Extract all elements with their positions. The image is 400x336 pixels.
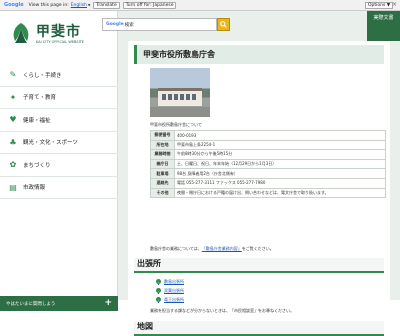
book-icon: ▤ — [9, 182, 17, 192]
nav-item-kenko[interactable]: ♥ 健康・福祉 — [0, 109, 118, 132]
table-row: その他 夜間・閉庁日における戸籍の届け出、問い合わせなどは、電文庁舎で取り扱います… — [150, 187, 386, 199]
nav-item-shisei[interactable]: ▤ 市政情報 — [0, 177, 118, 199]
note-prefix: 敷島庁舎の業務については、 — [150, 246, 202, 251]
chat-assistant-label: やはたいまに質問しよう — [6, 301, 56, 307]
service-content-link[interactable]: 「敷島庁舎業務内容」 — [202, 246, 242, 251]
service-note: 敷島庁舎の業務については、「敷島庁舎業務内容」をご覧ください。 — [150, 246, 274, 252]
section-heading-branch: 出張所 — [134, 258, 384, 273]
table-row: 開庁日 土、日曜日、祝日、年末年始（12月29日から1月3日） — [150, 158, 386, 170]
row-value: 午前8時30分から午後5時15分 — [174, 149, 386, 160]
row-value: 甲斐市島上条2254-1 — [174, 139, 386, 151]
link-label: 敷島出張所 — [164, 278, 184, 284]
row-key: 駐車場 — [150, 168, 175, 179]
nav-item-kanko[interactable]: ♣ 観光・文化・スポーツ — [0, 132, 118, 154]
table-row: 連絡先 電話 055-277-3111 ファックス 055-277-7980 — [150, 177, 386, 189]
chat-assistant-bar[interactable]: やはたいまに質問しよう + — [0, 296, 118, 311]
options-button[interactable]: Options ▼ — [365, 2, 394, 9]
nav-label: まちづくり — [23, 162, 51, 169]
chevron-down-icon[interactable]: ▼ — [88, 3, 90, 7]
branch-link[interactable]: › 敷島出張所 — [156, 277, 184, 286]
row-key: 連絡先 — [150, 177, 175, 189]
turn-off-button[interactable]: Turn off for: Japanese — [122, 1, 177, 9]
nav-label: 子育て・教育 — [23, 95, 57, 102]
nav-label: くらし・手続き — [23, 72, 62, 79]
row-key: 業務時間 — [150, 149, 175, 160]
note-suffix: をご覧ください。 — [241, 246, 274, 251]
table-row: 郵便番号 400-0193 — [150, 130, 386, 141]
sidebar: 甲斐市 KAI CITY OFFICIAL WEBSITE ✎ くらし・手続き ✦… — [0, 11, 118, 311]
nav-label: 観光・文化・スポーツ — [23, 140, 78, 147]
person-icon: ✎ — [9, 70, 17, 80]
tree-icon: ♣ — [9, 137, 17, 147]
search-button[interactable] — [217, 18, 230, 31]
google-search-label: Google — [106, 22, 124, 27]
content-panel: 甲斐市役所敷島庁舎 甲斐市役所敷島庁舎について 郵便番号 400-0193 所在地… — [128, 41, 390, 336]
site-name: 甲斐市 — [36, 24, 81, 40]
chevron-right-icon: › — [156, 279, 161, 284]
search-box[interactable]: Google 検索 — [102, 18, 230, 31]
nav-item-kurashi[interactable]: ✎ くらし・手続き — [0, 64, 118, 87]
row-key: 郵便番号 — [150, 130, 175, 141]
google-logo: Google — [4, 2, 24, 8]
translate-button[interactable]: Translate — [93, 1, 120, 9]
branch-link[interactable]: › 双葉出張所 — [156, 286, 184, 295]
row-value: 400-0193 — [174, 130, 386, 141]
nav-item-machizukuri[interactable]: ✿ まちづくり — [0, 154, 118, 177]
heart-icon: ♥ — [9, 115, 17, 125]
site-logo[interactable]: 甲斐市 KAI CITY OFFICIAL WEBSITE — [9, 19, 109, 53]
link-label: 双葉出張所 — [164, 287, 184, 293]
site-name-en: KAI CITY OFFICIAL WEBSITE — [36, 40, 84, 44]
translate-bar: Google View this page in: English ▼ Tran… — [0, 0, 400, 11]
nav-label: 市政情報 — [23, 185, 46, 192]
row-key: 所在地 — [150, 139, 175, 151]
gear-icon: ✿ — [9, 160, 17, 170]
language-select[interactable]: English — [71, 3, 87, 8]
row-value: 夜間・閉庁日における戸籍の届け出、問い合わせなどは、電文庁舎で取り扱います。 — [174, 187, 386, 199]
main-nav: ✎ くらし・手続き ✦ 子育て・教育 ♥ 健康・福祉 ♣ 観光・文化・スポーツ ✿ まちづ… — [0, 64, 118, 199]
building-photo — [150, 68, 210, 117]
table-row: 所在地 甲斐市島上条2254-1 — [150, 139, 386, 151]
row-key: その他 — [150, 187, 175, 199]
city-emblem-icon — [13, 23, 29, 43]
row-value: 電話 055-277-3111 ファックス 055-277-7980 — [174, 177, 386, 189]
row-value: 98台 身障者用2台（庁舎北側有） — [174, 168, 386, 179]
view-text: View this page in: — [28, 2, 69, 8]
row-key: 開庁日 — [150, 158, 175, 170]
child-icon: ✦ — [9, 92, 17, 102]
search-icon — [220, 21, 227, 28]
nav-label: 健康・福祉 — [23, 117, 51, 124]
info-table: 郵便番号 400-0193 所在地 甲斐市島上条2254-1 業務時間 午前8時30分… — [150, 130, 386, 199]
search-input[interactable]: 検索 — [125, 22, 134, 28]
branch-note: 業務を担当する課などが分からないときは、「市民相談室」をお尋ねください。 — [150, 308, 294, 313]
chevron-right-icon: › — [156, 288, 161, 293]
table-row: 業務時間 午前8時30分から午後5時15分 — [150, 149, 386, 160]
close-icon[interactable]: × — [392, 1, 397, 8]
photo-caption: 甲斐市役所敷島庁舎について — [150, 122, 202, 127]
table-row: 駐車場 98台 身障者用2台（庁舎北側有） — [150, 168, 386, 179]
main-content: 甲斐市役所敷島庁舎 甲斐市役所敷島庁舎について 郵便番号 400-0193 所在地… — [118, 41, 400, 336]
row-value: 土、日曜日、祝日、年末年始（12月29日から1月3日） — [174, 158, 386, 170]
section-heading-map: 地図 — [134, 321, 384, 336]
header-menu-button[interactable]: 実際文書 — [367, 11, 400, 41]
nav-item-kosodate[interactable]: ✦ 子育て・教育 — [0, 87, 118, 109]
page-title: 甲斐市役所敷島庁舎 — [134, 45, 384, 64]
